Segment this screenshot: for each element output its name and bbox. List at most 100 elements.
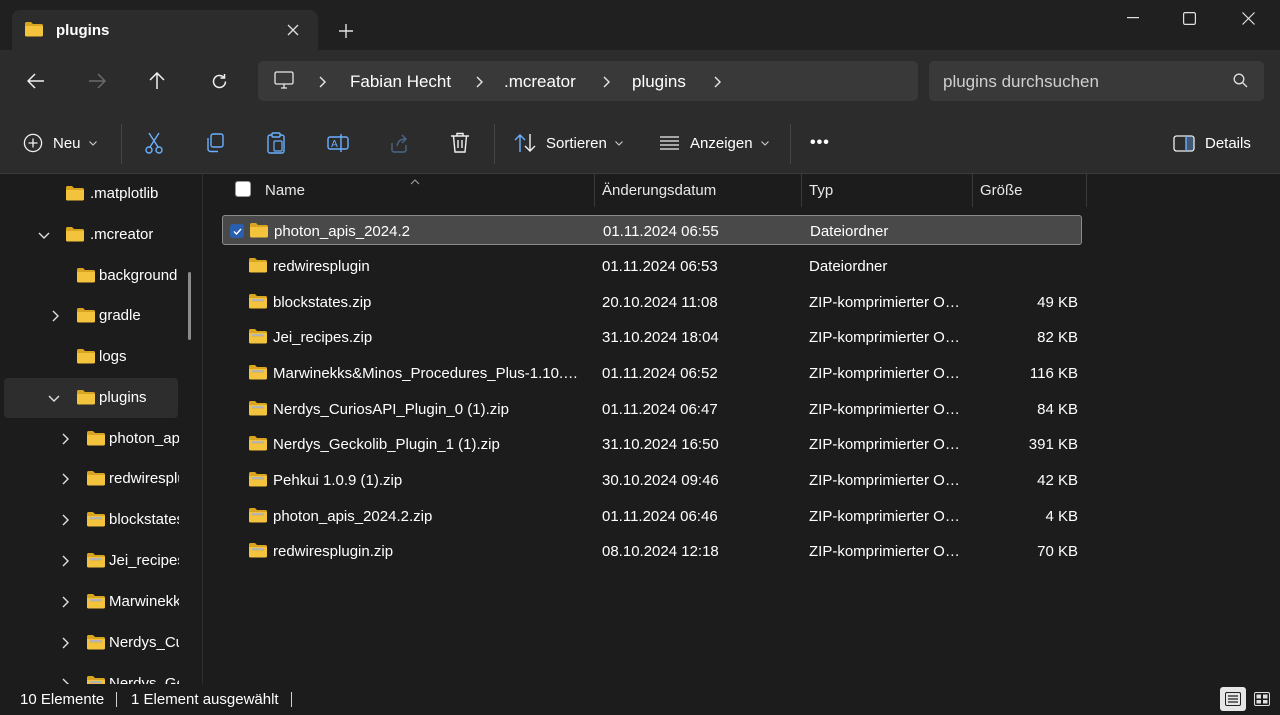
rename-button[interactable]: A [327, 129, 349, 157]
sidebar-item-mcreator[interactable]: .mcreator [4, 215, 178, 255]
file-type: ZIP-komprimierter Ordner [809, 472, 964, 489]
sidebar-item-photon-apis[interactable]: photon_apis_2024.2 [4, 419, 179, 459]
new-tab-button[interactable] [334, 19, 358, 43]
view-label: Anzeigen [690, 134, 753, 152]
refresh-button[interactable] [205, 67, 233, 95]
close-window-button[interactable] [1221, 0, 1275, 36]
chevron-right-icon[interactable] [472, 73, 486, 91]
sidebar-item-redwiresplugin[interactable]: redwiresplugin [4, 459, 179, 499]
file-row[interactable]: Jei_recipes.zip 31.10.2024 18:04 ZIP-kompr… [222, 322, 1082, 352]
copy-button[interactable] [205, 129, 225, 157]
file-row[interactable]: Nerdys_Geckolib_Plugin_1 (1).zip 31.10.20… [222, 429, 1082, 459]
sidebar-item-matplotlib[interactable]: .matplotlib [4, 174, 178, 214]
chevron-right-icon[interactable] [58, 512, 72, 528]
scissors-icon [145, 132, 163, 154]
details-button[interactable]: Details [1173, 129, 1251, 157]
tiles-view-button[interactable] [1249, 687, 1275, 711]
row-checkbox[interactable] [230, 224, 244, 238]
sidebar-item-background[interactable]: background [4, 256, 178, 296]
breadcrumb-item[interactable]: plugins [632, 72, 686, 92]
chevron-right-icon[interactable] [58, 553, 72, 569]
close-icon [1241, 11, 1255, 25]
sidebar-item-label: Nerdys_Geckolib [109, 675, 179, 684]
column-header-date[interactable]: Änderungsdatum [602, 182, 716, 215]
column-header-size[interactable]: Größe [980, 182, 1023, 215]
up-button[interactable] [143, 67, 171, 95]
file-row[interactable]: photon_apis_2024.2 01.11.2024 06:55 Dateio… [222, 215, 1082, 245]
file-row[interactable]: redwiresplugin.zip 08.10.2024 12:18 ZIP-ko… [222, 536, 1082, 566]
sidebar-item-label: logs [99, 348, 127, 365]
tab-plugins[interactable]: plugins [12, 10, 318, 50]
close-tab-button[interactable] [282, 19, 304, 41]
new-button[interactable]: Neu [23, 129, 97, 157]
maximize-button[interactable] [1162, 0, 1216, 36]
sidebar-item-label: Marwinekks&Minos_Procedures_Plus [109, 593, 179, 610]
address-bar[interactable]: Fabian Hecht .mcreator plugins [258, 61, 918, 101]
file-row[interactable]: Marwinekks&Minos_Procedures_Plus-1.10.0.… [222, 358, 1082, 388]
details-label: Details [1205, 134, 1251, 152]
chevron-down-icon[interactable] [47, 390, 61, 406]
column-divider[interactable] [801, 174, 802, 207]
chevron-right-icon[interactable] [48, 308, 62, 324]
chevron-right-icon[interactable] [315, 73, 329, 91]
breadcrumb-item[interactable]: Fabian Hecht [350, 72, 451, 92]
forward-button[interactable] [83, 67, 111, 95]
view-button[interactable]: Anzeigen [659, 129, 769, 157]
column-header-type[interactable]: Typ [809, 182, 833, 215]
sidebar-scrollbar[interactable] [188, 272, 191, 340]
sidebar-item-plugins[interactable]: plugins [4, 378, 178, 418]
zip-folder-icon [248, 435, 268, 455]
details-view-button[interactable] [1220, 687, 1246, 711]
file-row[interactable]: blockstates.zip 20.10.2024 11:08 ZIP-kompr… [222, 287, 1082, 317]
plus-icon [339, 24, 353, 38]
chevron-right-icon[interactable] [58, 635, 72, 651]
paste-button[interactable] [266, 129, 286, 157]
new-label: Neu [53, 134, 81, 152]
folder-icon [76, 267, 96, 286]
sort-button[interactable]: Sortieren [514, 129, 623, 157]
chevron-right-icon[interactable] [58, 471, 72, 487]
sidebar-item-blockstates[interactable]: blockstates.zip [4, 500, 179, 540]
file-row[interactable]: Pehkui 1.0.9 (1).zip 30.10.2024 09:46 ZIP-… [222, 465, 1082, 495]
sidebar-item-jei-recipes[interactable]: Jei_recipes.zip [4, 541, 179, 581]
minimize-button[interactable] [1106, 0, 1160, 36]
folder-icon [65, 226, 85, 245]
search-icon [1233, 73, 1248, 91]
share-button[interactable] [389, 129, 409, 157]
more-options-button[interactable]: ••• [810, 129, 830, 157]
clipboard-icon [267, 132, 285, 154]
search-input[interactable]: plugins durchsuchen [929, 61, 1264, 101]
chevron-right-icon[interactable] [710, 73, 724, 91]
sidebar-item-nerdys-geckolib[interactable]: Nerdys_Geckolib [4, 664, 179, 684]
file-row[interactable]: Nerdys_CuriosAPI_Plugin_0 (1).zip 01.11.2… [222, 394, 1082, 424]
back-button[interactable] [22, 67, 50, 95]
column-divider[interactable] [972, 174, 973, 207]
file-name: blockstates.zip [273, 294, 372, 311]
chevron-right-icon[interactable] [599, 73, 613, 91]
sidebar-item-nerdys-curios[interactable]: Nerdys_CuriosAPI_Plugin_0 (1).zip [4, 623, 179, 663]
computer-icon[interactable] [274, 71, 294, 92]
breadcrumb-item[interactable]: .mcreator [504, 72, 576, 92]
file-row[interactable]: photon_apis_2024.2.zip 01.11.2024 06:46 ZI… [222, 501, 1082, 531]
chevron-right-icon[interactable] [58, 431, 72, 447]
cut-button[interactable] [144, 129, 164, 157]
delete-button[interactable] [450, 129, 470, 157]
sidebar-item-logs[interactable]: logs [4, 337, 178, 377]
file-row[interactable]: redwiresplugin 01.11.2024 06:53 Dateiordne… [222, 251, 1082, 281]
zip-folder-icon [248, 542, 268, 562]
file-name: redwiresplugin [273, 258, 370, 275]
sidebar-item-gradle[interactable]: gradle [4, 296, 178, 336]
file-date: 01.11.2024 06:52 [602, 365, 718, 382]
sidebar-item-marwinekks[interactable]: Marwinekks&Minos_Procedures_Plus [4, 582, 179, 622]
column-divider[interactable] [594, 174, 595, 207]
copy-icon [207, 133, 224, 153]
column-divider[interactable] [1086, 174, 1087, 207]
chevron-right-icon[interactable] [58, 676, 72, 684]
file-date: 20.10.2024 11:08 [602, 294, 718, 311]
arrow-right-icon [89, 73, 106, 89]
chevron-down-icon [760, 140, 769, 146]
chevron-right-icon[interactable] [58, 594, 72, 610]
column-header-name[interactable]: Name [265, 182, 305, 215]
chevron-down-icon[interactable] [37, 227, 51, 243]
select-all-checkbox[interactable] [235, 181, 251, 197]
